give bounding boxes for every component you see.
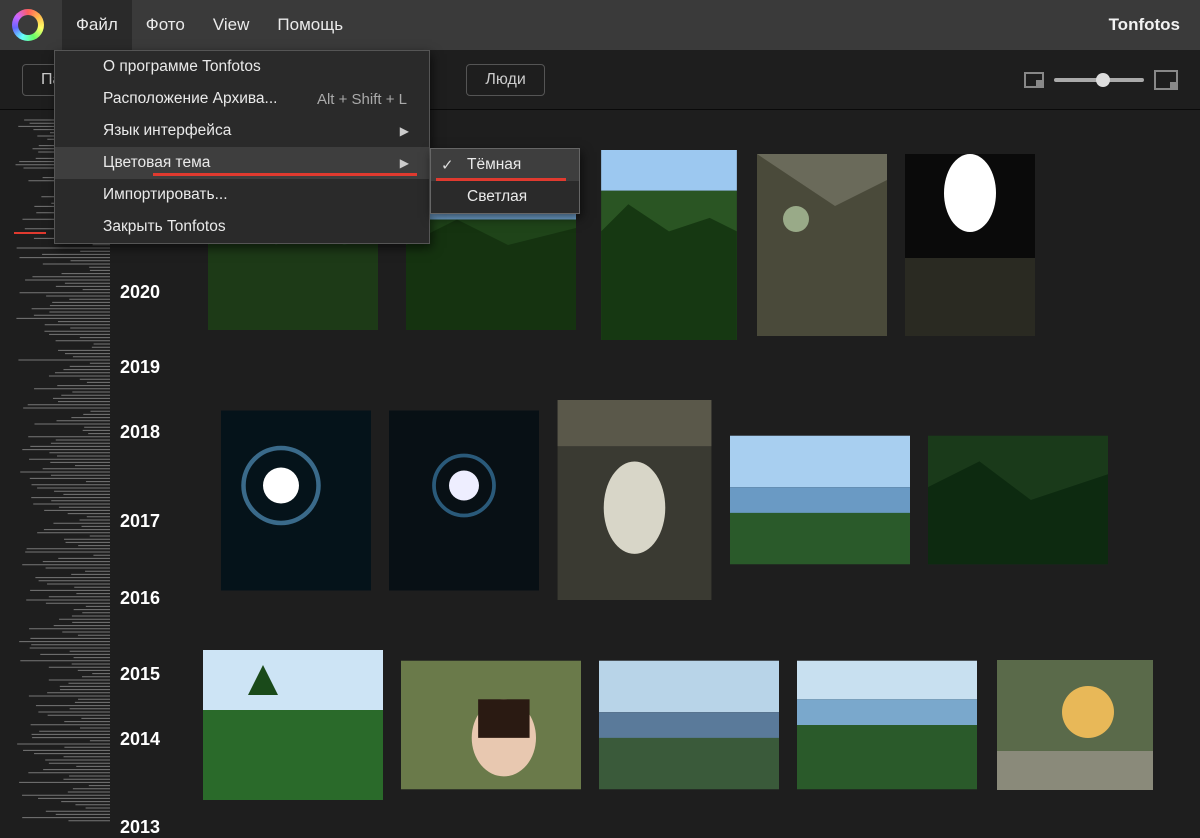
app-logo-icon <box>12 9 44 41</box>
timeline-year[interactable]: 2017 <box>120 511 160 532</box>
timeline-year[interactable]: 2020 <box>120 282 160 303</box>
dd-import[interactable]: Импортировать... <box>55 179 429 211</box>
thumbnail-size-slider[interactable] <box>1054 78 1144 82</box>
timeline-current-marker <box>14 232 46 234</box>
thumbnail-size-small-icon[interactable] <box>1024 72 1044 88</box>
color-theme-submenu: ✓ Тёмная Светлая <box>430 148 580 214</box>
photo-thumbnail[interactable] <box>599 150 739 340</box>
red-underline <box>153 173 417 176</box>
photo-thumbnail[interactable] <box>599 660 779 790</box>
sub-label: Светлая <box>467 188 527 206</box>
photo-thumbnail[interactable] <box>757 150 887 340</box>
photo-thumbnail[interactable] <box>905 150 1035 340</box>
dd-label: Цветовая тема <box>103 154 210 172</box>
theme-dark[interactable]: ✓ Тёмная <box>431 149 579 181</box>
dd-color-theme[interactable]: Цветовая тема ▶ <box>55 147 429 179</box>
dd-label: О программе Tonfotos <box>103 58 261 76</box>
timeline-year[interactable]: 2015 <box>120 664 160 685</box>
dd-label: Закрыть Tonfotos <box>103 218 226 236</box>
menubar: Файл Фото View Помощь Tonfotos <box>0 0 1200 50</box>
menubar-items: Файл Фото View Помощь <box>62 0 357 50</box>
timeline-year[interactable]: 2018 <box>120 422 160 443</box>
photo-thumbnail[interactable] <box>389 408 539 593</box>
photo-thumbnail[interactable] <box>203 645 383 805</box>
menu-photo[interactable]: Фото <box>132 0 199 50</box>
check-icon: ✓ <box>441 156 454 174</box>
timeline-year[interactable]: 2014 <box>120 729 160 750</box>
photo-grid <box>195 150 1200 833</box>
thumbnail-size-large-icon[interactable] <box>1154 70 1178 90</box>
dd-archive-location[interactable]: Расположение Архива... Alt + Shift + L <box>55 83 429 115</box>
photo-thumbnail[interactable] <box>401 660 581 790</box>
photo-thumbnail[interactable] <box>730 435 910 565</box>
menu-view[interactable]: View <box>199 0 264 50</box>
menu-file[interactable]: Файл <box>62 0 132 50</box>
dd-label: Импортировать... <box>103 186 228 204</box>
timeline-year[interactable]: 2016 <box>120 588 160 609</box>
photo-thumbnail[interactable] <box>928 430 1108 570</box>
dd-language[interactable]: Язык интерфейса ▶ <box>55 115 429 147</box>
grid-row <box>203 645 1155 805</box>
dd-about[interactable]: О программе Tonfotos <box>55 51 429 83</box>
file-dropdown: О программе Tonfotos Расположение Архива… <box>54 50 430 244</box>
theme-light[interactable]: Светлая <box>431 181 579 213</box>
photo-thumbnail[interactable] <box>221 408 371 593</box>
timeline-year[interactable]: 2013 <box>120 817 160 838</box>
red-underline-submenu <box>436 178 566 181</box>
dd-shortcut: Alt + Shift + L <box>317 91 407 108</box>
timeline-year[interactable]: 2019 <box>120 357 160 378</box>
sub-label: Тёмная <box>467 156 521 174</box>
dd-close[interactable]: Закрыть Tonfotos <box>55 211 429 243</box>
dd-label: Расположение Архива... <box>103 90 277 108</box>
menu-help[interactable]: Помощь <box>263 0 357 50</box>
dd-label: Язык интерфейса <box>103 122 231 140</box>
tab-button-people[interactable]: Люди <box>466 64 544 96</box>
photo-thumbnail[interactable] <box>557 400 712 600</box>
chevron-right-icon: ▶ <box>400 156 409 170</box>
photo-thumbnail[interactable] <box>797 660 977 790</box>
grid-row <box>203 400 1108 600</box>
chevron-right-icon: ▶ <box>400 124 409 138</box>
photo-thumbnail[interactable] <box>995 660 1155 790</box>
app-title: Tonfotos <box>1109 0 1180 50</box>
